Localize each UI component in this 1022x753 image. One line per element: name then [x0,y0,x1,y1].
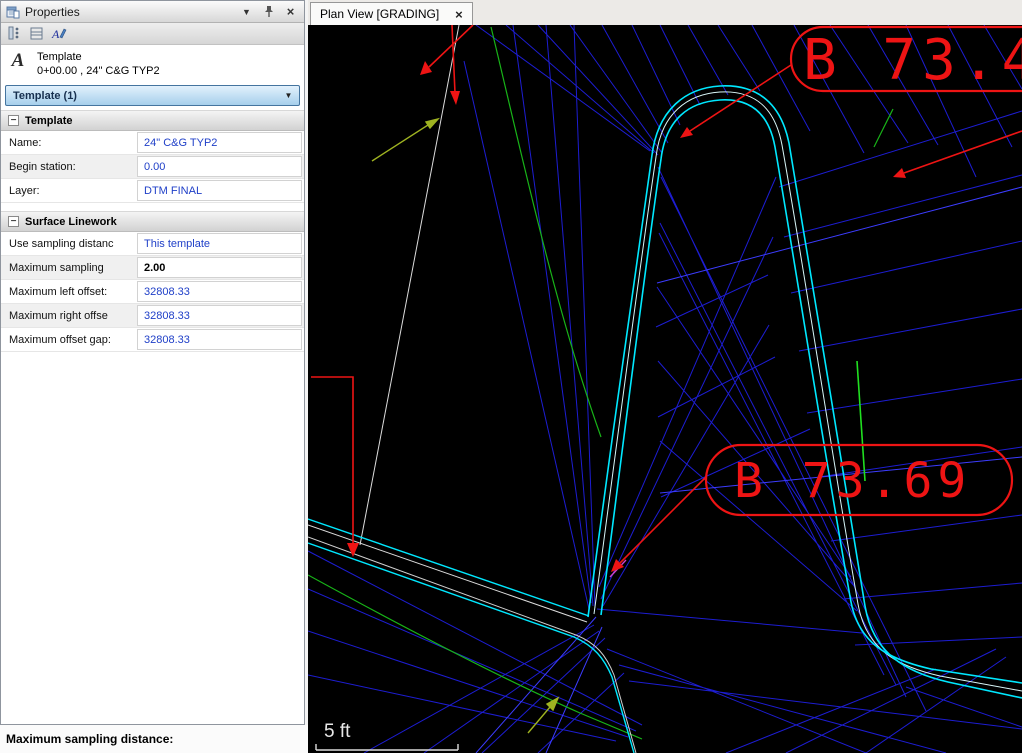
property-row-max-right-offset: Maximum right offse 32808.33 [1,304,304,328]
properties-toolbar: A [1,23,304,45]
properties-window-icon [6,6,20,18]
red-arrowhead-icon [420,61,432,75]
property-row-max-sampling: Maximum sampling 2.00 [1,256,304,280]
properties-titlebar: Properties ▼ × [1,1,304,23]
property-value[interactable]: DTM FINAL [137,180,302,201]
cad-viewport[interactable]: B 73.4 B 73.69 5 ft [308,25,1022,753]
property-value[interactable]: 32808.33 [137,281,302,302]
panel-empty-area [1,352,304,724]
properties-panel: Properties ▼ × A A Template 0+00.00 , 24… [0,0,305,725]
object-type: Template [37,51,82,63]
view-tabbar: Plan View [GRADING] × [308,0,1022,25]
property-label: Layer: [9,184,40,197]
property-label: Begin station: [9,160,76,173]
template-object-icon: A [11,50,25,71]
drawing-area-column: Plan View [GRADING] × B 73.4 B 73.69 5 f… [308,0,1022,753]
green-linework [308,26,894,740]
scale-bar-label: 5 ft [324,721,351,742]
white-linework [308,25,1022,753]
property-label: Maximum offset gap: [9,333,111,346]
rows-icon[interactable] [29,26,44,41]
green-arrows [371,117,560,734]
property-label: Name: [9,136,42,149]
red-arrowhead-icon [450,91,460,105]
property-value[interactable]: 32808.33 [137,305,302,326]
tab-label: Plan View [GRADING] [320,7,440,21]
property-label: Maximum right offse [9,309,108,322]
property-value[interactable]: 0.00 [137,156,302,177]
tin-mesh-lines [308,25,1022,753]
pin-icon[interactable] [260,3,277,20]
panel-title: Properties [25,4,80,19]
object-selector-dropdown[interactable]: Template (1) ▼ [5,85,300,106]
selected-object-header: A Template 0+00.00 , 24" C&G TYP2 [1,45,304,82]
red-arrowhead-icon [680,127,693,138]
tab-close-icon[interactable]: × [455,7,463,22]
collapse-icon[interactable]: − [8,216,19,227]
tab-plan-view-grading[interactable]: Plan View [GRADING] × [310,2,473,25]
property-value[interactable]: This template [137,233,302,254]
section-title: Surface Linework [25,215,117,228]
section-header-template[interactable]: − Template [1,110,304,131]
property-row-max-left-offset: Maximum left offset: 32808.33 [1,280,304,304]
close-icon[interactable]: × [282,3,299,20]
green-arrowhead-icon [424,117,441,130]
selector-value: Template (1) [13,89,77,102]
property-help-text: Maximum sampling distance: [0,725,308,753]
scale-bar: 5 ft [315,721,459,751]
section-header-surface-linework[interactable]: − Surface Linework [1,211,304,232]
properties-panel-column: Properties ▼ × A A Template 0+00.00 , 24… [0,0,308,753]
property-value[interactable]: 24" C&G TYP2 [137,132,302,153]
object-description: 0+00.00 , 24" C&G TYP2 [37,65,160,77]
section-title: Template [25,114,73,127]
property-value[interactable]: 2.00 [137,257,302,278]
property-row-max-offset-gap: Maximum offset gap: 32808.33 [1,328,304,352]
property-label: Maximum sampling [9,261,104,274]
application-window: Properties ▼ × A A Template 0+00.00 , 24… [0,0,1022,753]
titlebar-menu-button[interactable]: ▼ [238,3,255,20]
cad-drawing: B 73.4 B 73.69 5 ft [308,25,1022,753]
property-row-begin-station: Begin station: 0.00 [1,155,304,179]
svg-text:A: A [51,27,60,41]
edit-font-icon[interactable]: A [51,26,67,41]
property-row-layer: Layer: DTM FINAL [1,179,304,203]
chevron-down-icon[interactable]: ▼ [280,87,297,104]
property-label: Use sampling distanc [9,237,114,250]
collapse-icon[interactable]: − [8,115,19,126]
property-label: Maximum left offset: [9,285,108,298]
property-row-name: Name: 24" C&G TYP2 [1,131,304,155]
elevation-label-mid: B 73.69 [734,453,971,509]
property-value[interactable]: 32808.33 [137,329,302,350]
property-row-use-sampling: Use sampling distanc This template [1,232,304,256]
list-icon[interactable] [7,26,22,41]
elevation-label-top: B 73.4 [803,28,1022,93]
